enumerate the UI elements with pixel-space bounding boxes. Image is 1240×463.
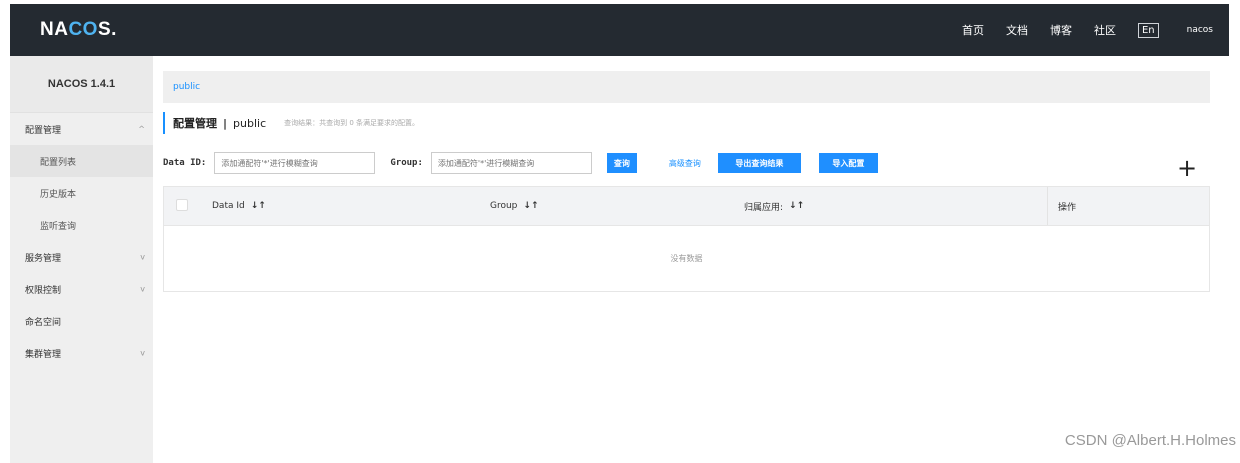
sidebar-item-history[interactable]: 历史版本 [10, 177, 153, 209]
title-separator: | [223, 116, 228, 130]
export-button[interactable]: 导出查询结果 [717, 153, 801, 173]
filter-bar: Data ID: Group: 查询 高级查询 导出查询结果 导入配置 [163, 151, 878, 175]
sort-icon[interactable]: ↓↑ [789, 201, 804, 211]
table-header: Data Id ↓↑ Group ↓↑ 归属应用: ↓↑ 操作 [164, 187, 1209, 225]
column-data-id[interactable]: Data Id ↓↑ [202, 187, 478, 225]
sidebar-item-cluster-management[interactable]: 集群管理 v [10, 337, 153, 369]
advanced-query-link[interactable]: 高级查询 [669, 158, 701, 169]
data-id-input[interactable] [214, 152, 376, 174]
version-label: NACOS 1.4.1 [10, 56, 153, 113]
table-empty-state: 没有数据 [164, 225, 1209, 291]
group-input[interactable] [430, 152, 592, 174]
sidebar-item-access-control[interactable]: 权限控制 v [10, 273, 153, 305]
sidebar-item-config-list[interactable]: 配置列表 [10, 145, 153, 177]
chevron-down-icon: v [140, 284, 145, 294]
group-label: Group: [390, 158, 423, 168]
language-toggle[interactable]: En [1137, 22, 1159, 38]
query-result-hint: 查询结果：共查询到 0 条满足要求的配置。 [284, 119, 420, 127]
page-title: 配置管理 | public 查询结果：共查询到 0 条满足要求的配置。 [163, 112, 419, 134]
sidebar-item-namespace[interactable]: 命名空间 [10, 305, 153, 337]
sidebar-item-listener-query[interactable]: 监听查询 [10, 209, 153, 241]
title-namespace: public [233, 116, 267, 130]
select-all-checkbox[interactable] [176, 199, 188, 211]
sort-icon[interactable]: ↓↑ [251, 201, 266, 211]
namespace-link-public[interactable]: public [173, 82, 200, 92]
sidebar-item-service-management[interactable]: 服务管理 v [10, 241, 153, 273]
nav-blog[interactable]: 博客 [1050, 22, 1072, 38]
chevron-down-icon: v [140, 348, 145, 358]
nav-home[interactable]: 首页 [962, 22, 984, 38]
nav-community[interactable]: 社区 [1094, 22, 1116, 38]
column-group[interactable]: Group ↓↑ [480, 187, 734, 225]
user-menu[interactable]: nacos [1187, 25, 1213, 35]
config-table: Data Id ↓↑ Group ↓↑ 归属应用: ↓↑ 操作 没有数据 [163, 186, 1210, 292]
column-app[interactable]: 归属应用: ↓↑ [734, 187, 1047, 225]
nav-docs[interactable]: 文档 [1006, 22, 1028, 38]
chevron-up-icon: ^ [138, 124, 145, 134]
namespace-bar: public [163, 71, 1210, 103]
sidebar: NACOS 1.4.1 配置管理 ^ 配置列表 历史版本 监听查询 服务管理 v… [10, 56, 153, 463]
add-config-icon[interactable]: + [1177, 156, 1197, 180]
nacos-logo[interactable]: NACOS. [40, 19, 117, 41]
watermark: CSDN @Albert.H.Holmes [1064, 432, 1236, 449]
page-title-text: 配置管理 [173, 117, 217, 130]
app-root: NACOS. 首页 文档 博客 社区 En nacos NACOS 1.4.1 … [0, 0, 1240, 463]
sort-icon[interactable]: ↓↑ [523, 201, 538, 211]
chevron-down-icon: v [140, 252, 145, 262]
column-actions: 操作 [1047, 187, 1209, 225]
data-id-label: Data ID: [163, 158, 207, 168]
top-nav: 首页 文档 博客 社区 En nacos [940, 4, 1213, 56]
import-button[interactable]: 导入配置 [818, 153, 878, 173]
sidebar-item-config-management[interactable]: 配置管理 ^ [10, 113, 153, 145]
top-navbar: NACOS. 首页 文档 博客 社区 En nacos [10, 4, 1229, 56]
query-button[interactable]: 查询 [606, 153, 637, 173]
